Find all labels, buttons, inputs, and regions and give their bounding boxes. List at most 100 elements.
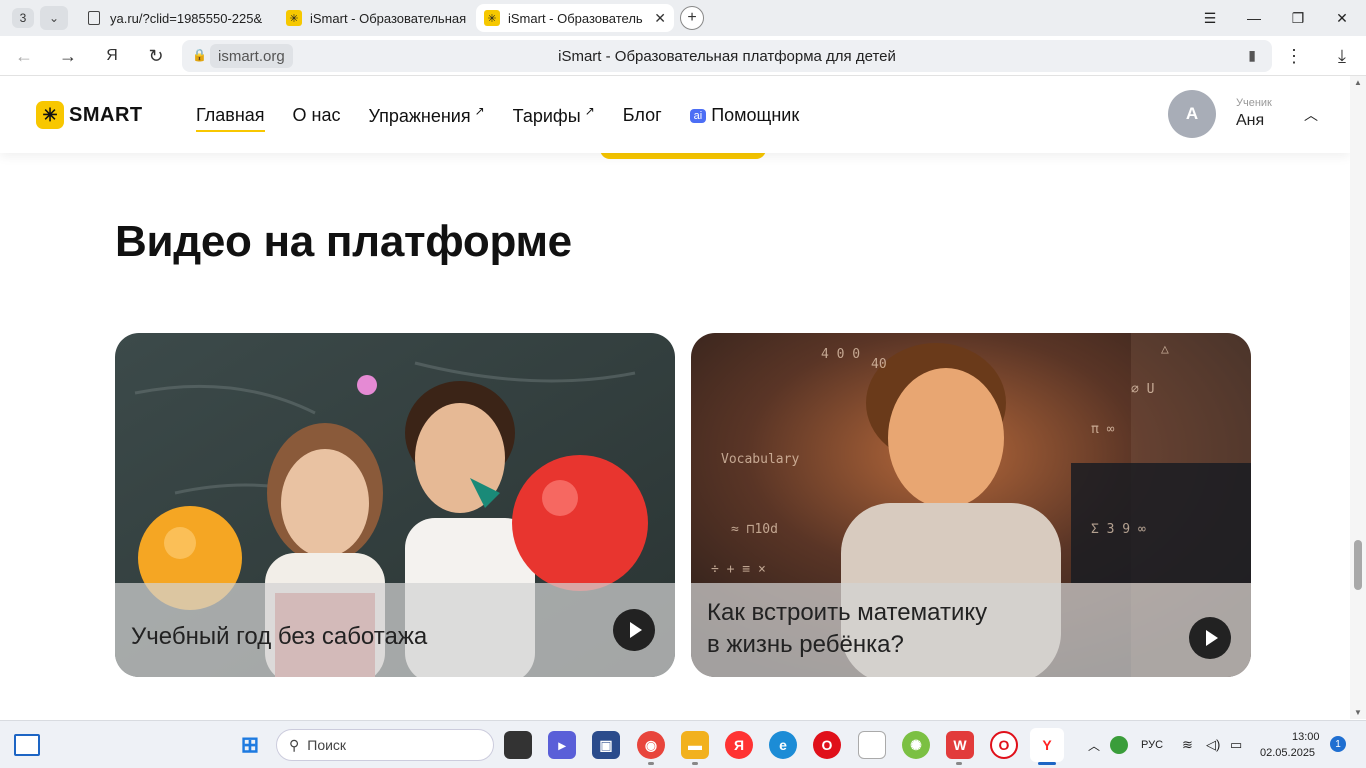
- omnibox-page-title: iSmart - Образовательная платформа для д…: [558, 48, 896, 65]
- taskbar-search[interactable]: ⚲ Поиск: [276, 729, 494, 761]
- windows-taskbar: ⊞ ⚲ Поиск ▸ ▣ ◉ ▬ Я e O ✺ W O Y ︿ РУС ≋ …: [0, 720, 1366, 768]
- nav-home[interactable]: Главная: [196, 105, 265, 132]
- download-icon[interactable]: ⤓: [1330, 44, 1354, 68]
- tab-ismart-1[interactable]: ✳ iSmart - Образовательная: [278, 4, 474, 32]
- video-caption: Учебный год без саботажа: [131, 623, 428, 650]
- minimize-icon[interactable]: —: [1232, 0, 1276, 36]
- tab-yandex[interactable]: ya.ru/?clid=1985550-225&: [78, 4, 274, 32]
- bookmark-icon[interactable]: ▮: [1248, 47, 1256, 64]
- back-arrow-icon[interactable]: ←: [12, 44, 36, 68]
- tray-app-icon[interactable]: [1110, 736, 1128, 754]
- nav-assistant[interactable]: ai Помощник: [689, 105, 799, 132]
- svg-text:÷ + ≡ ×: ÷ + ≡ ×: [711, 562, 766, 577]
- active-indicator: [1038, 762, 1056, 765]
- reload-icon[interactable]: ↻: [144, 44, 168, 68]
- svg-text:≈ ⊓10d: ≈ ⊓10d: [731, 522, 778, 537]
- yandex-browser-icon[interactable]: Я: [725, 731, 753, 759]
- svg-text:40: 40: [871, 357, 887, 372]
- nav-label: Тарифы: [512, 106, 581, 126]
- restore-icon[interactable]: ❐: [1276, 0, 1320, 36]
- nav-label: О нас: [292, 105, 341, 125]
- notification-badge[interactable]: 1: [1330, 736, 1346, 752]
- tab-list-chevron-icon[interactable]: ⌄: [40, 6, 68, 30]
- nav-exercises[interactable]: Упражнения ↗: [368, 104, 484, 133]
- video-card-math[interactable]: 4 0 0 40 Vocabulary ≈ ⊓10d ∅ U △ π ∞ ÷ +…: [691, 333, 1251, 677]
- user-role: Ученик: [1236, 97, 1272, 109]
- tab-count-button[interactable]: 3: [12, 8, 34, 28]
- chevron-up-icon[interactable]: ︿: [1304, 105, 1318, 125]
- search-placeholder: Поиск: [307, 737, 347, 753]
- language-indicator[interactable]: РУС: [1141, 739, 1163, 751]
- task-view-icon[interactable]: [504, 731, 532, 759]
- more-menu-icon[interactable]: ⋮: [1282, 44, 1306, 68]
- external-link-icon: ↗: [584, 104, 595, 118]
- svg-text:Σ 3 9 ∞: Σ 3 9 ∞: [1091, 522, 1146, 537]
- tray-chevron-icon[interactable]: ︿: [1088, 737, 1100, 754]
- svg-text:∅ U: ∅ U: [1131, 382, 1154, 397]
- scroll-down-arrow-icon[interactable]: ▼: [1354, 708, 1362, 717]
- tab-title: iSmart - Образователь: [508, 10, 643, 26]
- yandex-active-icon[interactable]: Y: [1030, 728, 1064, 762]
- opera-gx-icon[interactable]: O: [990, 731, 1018, 759]
- tab-title: ya.ru/?clid=1985550-225&: [110, 10, 263, 26]
- search-icon: ⚲: [289, 736, 300, 753]
- widgets-icon[interactable]: [14, 734, 40, 756]
- video-card-school-year[interactable]: Учебный год без саботажа: [115, 333, 675, 677]
- scroll-up-arrow-icon[interactable]: ▲: [1354, 78, 1362, 87]
- logo-text: SMART: [69, 103, 143, 126]
- windows-start-icon[interactable]: ⊞: [236, 731, 264, 759]
- external-link-icon: ↗: [474, 104, 485, 118]
- omnibox[interactable]: 🔒 ismart.org iSmart - Образовательная пл…: [182, 40, 1272, 72]
- edge-icon[interactable]: e: [769, 731, 797, 759]
- save-disk-icon[interactable]: ▣: [592, 731, 620, 759]
- tab-ismart-active[interactable]: ✳ iSmart - Образователь ✕: [476, 4, 674, 32]
- nav-label: Блог: [622, 105, 662, 125]
- color-wheel-icon[interactable]: ✺: [902, 731, 930, 759]
- chat-icon[interactable]: ▸: [548, 731, 576, 759]
- running-indicator: [648, 762, 654, 765]
- document-icon[interactable]: [858, 731, 886, 759]
- ai-badge-icon: ai: [689, 109, 707, 123]
- nav-label: Упражнения: [368, 106, 471, 126]
- forward-arrow-icon[interactable]: →: [56, 44, 80, 68]
- browser-tab-bar: 3 ⌄ ya.ru/?clid=1985550-225& ✳ iSmart - …: [0, 0, 1366, 36]
- chrome-icon[interactable]: ◉: [637, 731, 665, 759]
- play-icon[interactable]: [613, 609, 655, 651]
- battery-icon[interactable]: ▭: [1230, 737, 1242, 753]
- main-nav: Главная О нас Упражнения ↗ Тарифы ↗ Блог a…: [196, 104, 827, 133]
- page-scrollbar[interactable]: ▲ ▼: [1350, 76, 1366, 719]
- section-title: Видео на платформе: [115, 217, 572, 266]
- nav-blog[interactable]: Блог: [623, 105, 662, 132]
- ismart-favicon-icon: ✳: [484, 10, 500, 26]
- video-caption: Как встроить математику в жизнь ребёнка?: [707, 597, 987, 661]
- scroll-thumb[interactable]: [1354, 540, 1362, 590]
- new-tab-plus-icon[interactable]: +: [680, 6, 704, 30]
- page-viewport: ✳ SMART Главная О нас Упражнения ↗ Тарифы…: [0, 77, 1350, 719]
- nav-pricing[interactable]: Тарифы ↗: [513, 104, 595, 133]
- running-indicator: [956, 762, 962, 765]
- wifi-icon[interactable]: ≋: [1182, 737, 1193, 753]
- clock-time[interactable]: 13:00: [1292, 731, 1320, 743]
- file-explorer-icon[interactable]: ▬: [681, 731, 709, 759]
- wps-office-icon[interactable]: W: [946, 731, 974, 759]
- user-name[interactable]: Аня: [1236, 112, 1264, 130]
- clock-date[interactable]: 02.05.2025: [1260, 747, 1315, 759]
- play-icon[interactable]: [1189, 617, 1231, 659]
- yandex-icon[interactable]: Я: [100, 44, 124, 68]
- opera-icon[interactable]: O: [813, 731, 841, 759]
- ismart-favicon-icon: ✳: [286, 10, 302, 26]
- svg-text:π ∞: π ∞: [1091, 422, 1115, 437]
- caption-line: Как встроить математику: [707, 599, 988, 626]
- tab-title: iSmart - Образовательная: [310, 10, 467, 26]
- volume-icon[interactable]: ◁): [1206, 737, 1220, 753]
- avatar[interactable]: А: [1168, 90, 1216, 138]
- close-tab-icon[interactable]: ✕: [654, 10, 666, 27]
- close-window-icon[interactable]: ✕: [1320, 0, 1364, 36]
- sun-logo-icon: ✳: [36, 101, 64, 129]
- caption-bar: Как встроить математику в жизнь ребёнка?: [691, 583, 1251, 677]
- site-logo[interactable]: ✳ SMART: [36, 101, 143, 129]
- nav-label: Главная: [196, 105, 265, 125]
- svg-text:4 0 0: 4 0 0: [821, 347, 860, 362]
- nav-about[interactable]: О нас: [293, 105, 341, 132]
- browser-menu-icon[interactable]: ☰: [1188, 0, 1232, 36]
